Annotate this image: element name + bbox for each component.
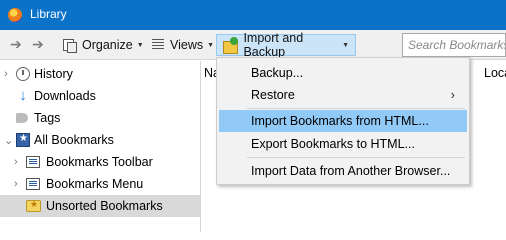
- organize-button[interactable]: Organize ▼: [62, 34, 144, 56]
- sidebar-item-history[interactable]: › History: [0, 63, 200, 85]
- menu-item-label: Import Bookmarks from HTML...: [251, 114, 429, 128]
- expand-arrow-icon[interactable]: ›: [14, 156, 18, 168]
- views-button[interactable]: Views ▼: [152, 34, 214, 56]
- menu-item-import-browser[interactable]: Import Data from Another Browser...: [219, 160, 467, 182]
- bookmarks-toolbar-icon: [26, 156, 40, 168]
- window-title: Library: [30, 7, 67, 21]
- pane-divider[interactable]: [200, 61, 201, 232]
- sidebar-item-downloads[interactable]: ↓ Downloads: [0, 85, 200, 107]
- sidebar-item-label: Bookmarks Toolbar: [46, 155, 153, 169]
- import-backup-label: Import and Backup: [243, 31, 304, 59]
- sidebar-tree: › History ↓ Downloads Tags ⌄ All Bookmar…: [0, 61, 200, 232]
- bookmarks-menu-icon: [26, 178, 40, 190]
- sidebar-item-label: Unsorted Bookmarks: [46, 199, 163, 213]
- download-icon: ↓: [19, 87, 27, 104]
- organize-icon: [62, 38, 77, 53]
- sidebar-item-all-bookmarks[interactable]: ⌄ All Bookmarks: [0, 129, 200, 151]
- forward-arrow-icon[interactable]: ➔: [32, 36, 44, 53]
- sidebar-item-bookmarks-menu[interactable]: › Bookmarks Menu: [0, 173, 200, 195]
- back-arrow-icon[interactable]: ➔: [10, 36, 22, 53]
- menu-item-label: Backup...: [251, 66, 304, 80]
- chevron-down-icon: ▼: [342, 41, 349, 49]
- import-backup-menu: Backup... Restore › Import Bookmarks fro…: [216, 57, 470, 185]
- title-bar: Library: [0, 0, 506, 30]
- sidebar-item-label: All Bookmarks: [34, 133, 114, 147]
- menu-separator: [247, 108, 465, 109]
- tag-icon: [16, 113, 28, 123]
- menu-separator: [247, 157, 465, 158]
- chevron-down-icon: ▼: [136, 41, 144, 49]
- collapse-arrow-icon[interactable]: ⌄: [4, 134, 13, 147]
- sidebar-item-label: Bookmarks Menu: [46, 177, 144, 191]
- bookmarks-icon: [16, 133, 30, 147]
- sidebar-item-label: History: [34, 67, 73, 81]
- sidebar-item-bookmarks-toolbar[interactable]: › Bookmarks Toolbar: [0, 151, 200, 173]
- menu-item-label: Import Data from Another Browser...: [251, 164, 451, 178]
- sidebar-item-tags[interactable]: Tags: [0, 107, 200, 129]
- history-icon: [16, 67, 30, 81]
- menu-item-export-html[interactable]: Export Bookmarks to HTML...: [219, 133, 467, 155]
- column-header-location[interactable]: Loca: [484, 66, 506, 80]
- menu-item-restore[interactable]: Restore ›: [219, 84, 467, 106]
- menu-item-label: Export Bookmarks to HTML...: [251, 137, 415, 151]
- sidebar-item-label: Tags: [34, 111, 61, 125]
- chevron-down-icon: ▼: [207, 41, 215, 49]
- import-backup-button[interactable]: Import and Backup ▼: [216, 31, 356, 59]
- search-placeholder: Search Bookmarks: [408, 38, 506, 52]
- sidebar-item-unsorted-bookmarks[interactable]: Unsorted Bookmarks: [0, 195, 200, 217]
- sidebar-item-label: Downloads: [34, 89, 96, 103]
- submenu-arrow-icon: ›: [450, 87, 455, 102]
- menu-item-label: Restore: [251, 88, 295, 102]
- menu-item-backup[interactable]: Backup...: [219, 62, 467, 84]
- expand-arrow-icon[interactable]: ›: [4, 68, 8, 80]
- search-input[interactable]: Search Bookmarks: [402, 33, 506, 57]
- unsorted-bookmarks-icon: [26, 199, 41, 212]
- import-backup-icon: [223, 37, 239, 54]
- expand-arrow-icon[interactable]: ›: [14, 178, 18, 190]
- views-label: Views: [170, 38, 204, 52]
- organize-label: Organize: [82, 38, 133, 52]
- views-icon: [152, 39, 164, 51]
- menu-item-import-html[interactable]: Import Bookmarks from HTML...: [219, 110, 467, 132]
- firefox-logo-icon: [8, 8, 22, 22]
